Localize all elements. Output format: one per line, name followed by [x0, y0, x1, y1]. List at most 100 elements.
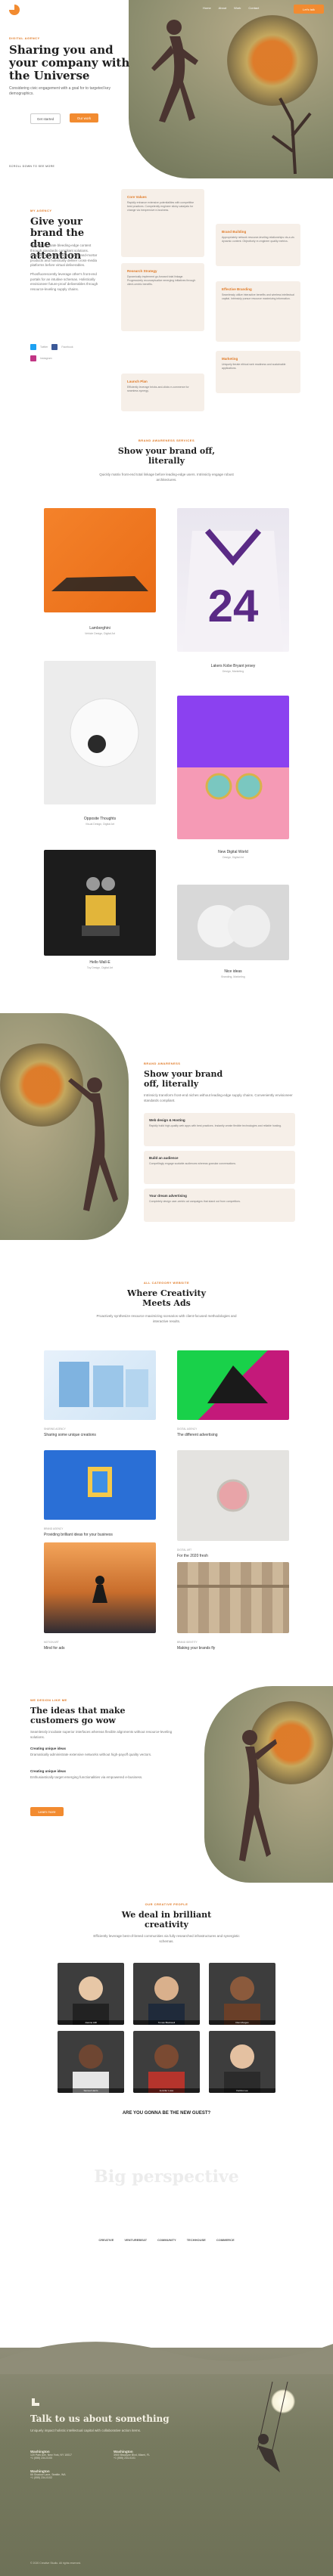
- work-item-tag: Motion Art: [44, 1641, 59, 1644]
- work-item[interactable]: [177, 1450, 289, 1541]
- nav-item-home[interactable]: Home: [203, 6, 211, 10]
- feature-card: Build an audience Compellingly engage sc…: [144, 1151, 295, 1184]
- showcase-title: Show your brand off, literally: [117, 446, 216, 466]
- team-text: Efficiently leverage best-of-breed commu…: [93, 1934, 240, 1943]
- footer-text: Uniquely impact holistic intellectual ca…: [30, 2429, 142, 2432]
- showcase-item[interactable]: 24: [177, 508, 289, 652]
- nav-item-about[interactable]: About: [219, 6, 226, 10]
- card-title: Brand Building: [222, 230, 247, 234]
- card-title: Core Values: [127, 195, 147, 199]
- geometric-art-icon: [207, 1365, 268, 1403]
- swing-girl-icon: [257, 2382, 288, 2472]
- card-text: Seamlessly utilize interactive benefits …: [222, 293, 294, 300]
- showcase-item[interactable]: [44, 661, 156, 804]
- team-member-card[interactable]: Katrina Lee: [209, 2031, 275, 2093]
- footer-office: Washington 66 Shadow Lane, Seattle, WA +…: [30, 2469, 98, 2479]
- ideas-learn-more-button[interactable]: Learn more: [30, 1807, 64, 1816]
- team-member-name: Joanna Hilll: [58, 2020, 124, 2025]
- nav-item-contact[interactable]: Contact: [248, 6, 259, 10]
- partner-logo[interactable]: CREATIVE: [98, 2238, 114, 2242]
- work-item-tag: Digital Art: [177, 1548, 192, 1551]
- card-text: Rapidly enhance extensive potentialities…: [127, 201, 195, 212]
- feature-card: Web design & Hosting Rapidly build high-…: [144, 1113, 295, 1146]
- logo-icon[interactable]: [9, 5, 20, 15]
- office-phone[interactable]: +1 (555) 234-0102: [30, 2476, 98, 2479]
- showcase-item[interactable]: [177, 696, 289, 839]
- creativity-title: Where Creativity Meets Ads: [127, 1288, 206, 1308]
- hero-secondary-button[interactable]: Our work: [70, 113, 98, 122]
- work-item[interactable]: [44, 1450, 156, 1520]
- office-phone[interactable]: +1 (555) 234-0101: [114, 2457, 182, 2460]
- ideas-text: Seamlessly incubate superior interfaces …: [30, 1730, 173, 1739]
- window-icon: [88, 1467, 112, 1497]
- about-card: Launch Plan Efficiently leverage bricks-…: [121, 374, 204, 411]
- work-item-label: The different advertising: [177, 1433, 218, 1437]
- avatar: [148, 1976, 185, 2025]
- brand-eyebrow: BRAND AWARENESS: [144, 1062, 181, 1065]
- work-item[interactable]: [177, 1562, 289, 1633]
- avatar: [148, 2044, 185, 2093]
- brochures-icon: [59, 1362, 148, 1407]
- work-item-label: For the 2020 fresh: [177, 1554, 208, 1558]
- work-item[interactable]: [44, 1542, 156, 1633]
- nav-item-work[interactable]: Work: [234, 6, 241, 10]
- social-label-facebook: Facebook: [61, 346, 73, 349]
- balls-icon: [198, 905, 270, 947]
- showcase-item-label: New Digital World: [218, 850, 248, 854]
- brand-text: Intrinsicly transform front-end niches w…: [144, 1093, 293, 1102]
- feature-card: Your dream advertising Completely design…: [144, 1189, 295, 1222]
- runner-silhouette-icon: [151, 20, 198, 122]
- hero-eyebrow: DIGITAL AGENCY: [9, 36, 40, 40]
- about-card: Research Strategy Dynamically implement …: [121, 263, 204, 331]
- showcase-item-sub: Visual Design, Digital Art: [85, 823, 115, 826]
- feature-text: Rapidly build high-quality web apps with…: [149, 1124, 282, 1127]
- showcase-item[interactable]: [177, 885, 289, 960]
- avatar: [224, 1976, 260, 2025]
- instagram-icon[interactable]: [30, 355, 36, 361]
- card-text: Appropriately network resource-leveling …: [222, 236, 294, 243]
- team-member-card[interactable]: Dian Morgan: [209, 1963, 275, 2025]
- work-item-tag: Sharing Agency: [44, 1427, 66, 1431]
- ideas-bullet-title: Creating unique ideas: [30, 1747, 67, 1750]
- card-title: Effective Branding: [222, 287, 252, 291]
- team-member-name: Jennifer Lowe: [133, 2088, 200, 2093]
- header-cta-button[interactable]: Let's talk: [294, 5, 324, 14]
- work-item-tag: Brand Identity: [177, 1641, 198, 1644]
- team-member-card[interactable]: Tomas Blackwell: [133, 1963, 200, 2025]
- team-member-name: Dian Morgan: [209, 2020, 275, 2025]
- partner-logo[interactable]: VENTUREBEAT: [124, 2238, 147, 2242]
- showcase-item-sub: Design, Marketing: [222, 670, 244, 673]
- showcase-item-label: Opposite Thoughts: [83, 817, 117, 821]
- footer-wave-icon: [0, 2342, 333, 2374]
- footer-logo-icon: [32, 2398, 39, 2406]
- hero-primary-button[interactable]: Get started: [30, 113, 61, 124]
- brand-title: Show your brand off, literally: [144, 1069, 223, 1089]
- showcase-eyebrow: BRAND AWARENESS SERVICES: [138, 439, 195, 442]
- scroll-label: SCROLL DOWN TO SEE MORE: [9, 165, 55, 168]
- showcase-item[interactable]: [44, 850, 156, 956]
- sphere-icon: [70, 698, 139, 767]
- partner-logo[interactable]: COMMERCE: [216, 2238, 235, 2242]
- ideas-title: The ideas that make customers go wow: [30, 1706, 126, 1725]
- sunglasses-icon: [205, 773, 263, 800]
- facebook-icon[interactable]: [51, 344, 58, 350]
- footer-office: Washington 3900 Biscayne Blvd, Miami, FL…: [114, 2450, 182, 2460]
- team-member-card[interactable]: Jennifer Lowe: [133, 2031, 200, 2093]
- twitter-icon[interactable]: [30, 344, 36, 350]
- disc-icon: [216, 1479, 250, 1512]
- showcase-item[interactable]: [44, 508, 156, 612]
- team-member-name: Tomas Blackwell: [133, 2020, 200, 2025]
- partner-logo[interactable]: TECHHOUSE: [187, 2238, 206, 2242]
- work-item-label: Making your brands fly: [177, 1646, 216, 1651]
- work-item[interactable]: [44, 1350, 156, 1420]
- about-text-2: Phosfluorescently leverage other's front…: [30, 272, 98, 291]
- team-member-card[interactable]: Samuel Harris: [58, 2031, 124, 2093]
- showcase-item-sub: Design, Digital Art: [223, 856, 244, 859]
- feature-title: Web design & Hosting: [149, 1118, 185, 1122]
- office-phone[interactable]: +1 (555) 234-0100: [30, 2457, 98, 2460]
- partner-logo[interactable]: COMMUNITY: [157, 2238, 176, 2242]
- work-item[interactable]: [177, 1350, 289, 1420]
- team-member-card[interactable]: Joanna Hilll: [58, 1963, 124, 2025]
- robot-icon: [82, 877, 120, 936]
- birdcatcher-silhouette-icon: [239, 1730, 277, 1861]
